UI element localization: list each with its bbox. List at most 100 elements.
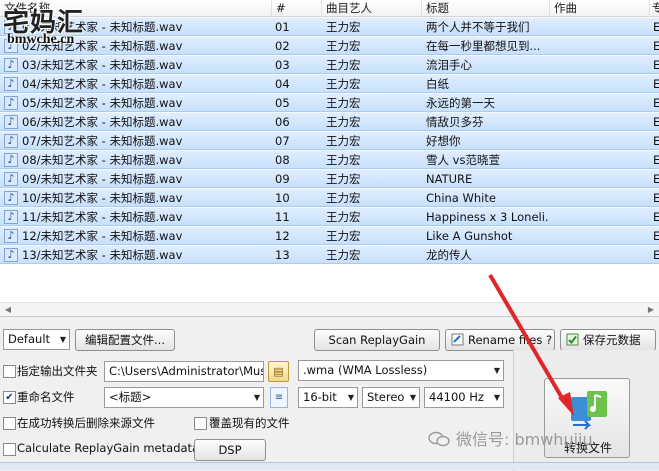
table-row[interactable]: ♪ 04/未知艺术家 - 未知标题.wav 04 王力宏 白纸 E xyxy=(0,74,659,93)
cell-artist: 王力宏 xyxy=(326,20,361,34)
cell-artist: 王力宏 xyxy=(326,39,361,53)
column-header-number[interactable]: # xyxy=(272,0,322,17)
cell-composer xyxy=(554,151,644,169)
rename-tags-button[interactable]: ≡ xyxy=(270,387,288,408)
rename-files-checkbox[interactable]: ✔ xyxy=(3,391,16,404)
output-folder-checkbox[interactable] xyxy=(3,365,16,378)
rename-pattern-select[interactable]: <标题> ▼ xyxy=(104,387,264,408)
cell-title: Like A Gunshot xyxy=(426,229,513,243)
save-metadata-button[interactable]: 保存元数据 xyxy=(560,329,656,351)
cell-title: 白纸 xyxy=(426,77,449,91)
audio-file-icon: ♪ xyxy=(4,191,18,205)
cell-album: E xyxy=(653,20,659,34)
output-folder-input[interactable]: C:\Users\Administrator\Music xyxy=(104,361,264,382)
table-row[interactable]: ♪ 09/未知艺术家 - 未知标题.wav 09 王力宏 NATURE E xyxy=(0,169,659,188)
rename-files-button[interactable]: Rename files ? xyxy=(445,329,555,351)
scroll-left-icon[interactable]: ◀ xyxy=(1,304,15,316)
table-row[interactable]: ♪ 06/未知艺术家 - 未知标题.wav 06 王力宏 情敌贝多芬 E xyxy=(0,112,659,131)
cell-album: E xyxy=(653,153,659,167)
browse-folder-button[interactable]: ▤ xyxy=(268,361,289,382)
file-rows: ♪ 01/未知艺术家 - 未知标题.wav 01 王力宏 两个人并不等于我们 E ♪ 02/未… xyxy=(0,17,659,264)
cell-filename: 11/未知艺术家 - 未知标题.wav xyxy=(22,210,183,224)
cell-filename: 03/未知艺术家 - 未知标题.wav xyxy=(22,58,183,72)
cell-number: 06 xyxy=(275,115,290,129)
column-header-title[interactable]: 标题 xyxy=(422,0,550,17)
cell-album: E xyxy=(653,96,659,110)
site-logo-domain: bmwche.cn xyxy=(7,32,75,47)
rename-icon xyxy=(451,333,464,346)
dsp-button[interactable]: DSP xyxy=(194,439,266,461)
cell-filename: 12/未知艺术家 - 未知标题.wav xyxy=(22,229,183,243)
cell-composer xyxy=(554,37,644,55)
cell-number: 01 xyxy=(275,20,290,34)
cell-artist: 王力宏 xyxy=(326,172,361,186)
cell-composer xyxy=(554,246,644,264)
audio-file-icon: ♪ xyxy=(4,229,18,243)
rename-files-label: Rename files ? xyxy=(468,333,553,347)
column-header-composer-label: 作曲 xyxy=(554,1,577,15)
chevron-down-icon: ▼ xyxy=(253,393,260,402)
overwrite-checkbox[interactable] xyxy=(194,417,207,430)
delete-source-checkbox[interactable] xyxy=(3,417,16,430)
table-row[interactable]: ♪ 12/未知艺术家 - 未知标题.wav 12 王力宏 Like A Gunshot E xyxy=(0,226,659,245)
audio-file-icon: ♪ xyxy=(4,77,18,91)
cell-title: NATURE xyxy=(426,172,473,186)
cell-album: E xyxy=(653,134,659,148)
table-row[interactable]: ♪ 07/未知艺术家 - 未知标题.wav 07 王力宏 好想你 E xyxy=(0,131,659,150)
cell-artist: 王力宏 xyxy=(326,229,361,243)
profile-select[interactable]: Default ▼ xyxy=(3,329,70,350)
format-select-value: .wma (WMA Lossless) xyxy=(303,363,428,377)
cell-artist: 王力宏 xyxy=(326,153,361,167)
table-row[interactable]: ♪ 03/未知艺术家 - 未知标题.wav 03 王力宏 流泪手心 E xyxy=(0,55,659,74)
tag-list-icon: ≡ xyxy=(274,392,284,403)
table-row[interactable]: ♪ 11/未知艺术家 - 未知标题.wav 11 王力宏 Happiness x 3 L… xyxy=(0,207,659,226)
cell-title: 龙的传人 xyxy=(426,248,472,262)
column-header-artist[interactable]: 曲目艺人 xyxy=(322,0,422,17)
horizontal-scrollbar[interactable]: ◀ ▶ xyxy=(0,302,659,316)
rename-pattern-value: <标题> xyxy=(109,390,152,404)
cell-title: 流泪手心 xyxy=(426,58,472,72)
audio-file-icon: ♪ xyxy=(4,172,18,186)
edit-profile-button[interactable]: 编辑配置文件... xyxy=(75,329,175,351)
cell-artist: 王力宏 xyxy=(326,248,361,262)
table-row[interactable]: ♪ 08/未知艺术家 - 未知标题.wav 08 王力宏 雪人 vs范晓萱 E xyxy=(0,150,659,169)
cell-composer xyxy=(554,132,644,150)
cell-title: China White xyxy=(426,191,496,205)
cell-title: 两个人并不等于我们 xyxy=(426,20,530,34)
wechat-icon xyxy=(428,431,450,447)
table-row[interactable]: ♪ 10/未知艺术家 - 未知标题.wav 10 王力宏 China White E xyxy=(0,188,659,207)
output-folder-value: C:\Users\Administrator\Music xyxy=(109,364,264,378)
save-metadata-icon xyxy=(566,333,579,346)
samplerate-select[interactable]: 44100 Hz ▼ xyxy=(424,387,504,408)
cell-number: 05 xyxy=(275,96,290,110)
cell-artist: 王力宏 xyxy=(326,58,361,72)
replaygain-label: Calculate ReplayGain metadata xyxy=(17,441,200,455)
cell-filename: 04/未知艺术家 - 未知标题.wav xyxy=(22,77,183,91)
format-select[interactable]: .wma (WMA Lossless) ▼ xyxy=(298,360,504,381)
scan-replaygain-button[interactable]: Scan ReplayGain xyxy=(314,329,440,351)
column-header-composer[interactable]: 作曲 xyxy=(550,0,650,17)
wechat-watermark: 微信号: bmwhuiju xyxy=(428,426,659,452)
table-row[interactable]: ♪ 13/未知艺术家 - 未知标题.wav 13 王力宏 龙的传人 E xyxy=(0,245,659,264)
cell-number: 08 xyxy=(275,153,290,167)
cell-album: E xyxy=(653,58,659,72)
cell-album: E xyxy=(653,39,659,53)
column-header-album[interactable]: 专 xyxy=(650,0,659,17)
replaygain-checkbox[interactable] xyxy=(3,443,16,456)
cell-filename: 09/未知艺术家 - 未知标题.wav xyxy=(22,172,183,186)
audio-file-icon: ♪ xyxy=(4,58,18,72)
bitdepth-select[interactable]: 16-bit ▼ xyxy=(298,387,358,408)
column-header-artist-label: 曲目艺人 xyxy=(326,1,372,15)
cell-title: 在每一秒里都想见到... xyxy=(426,39,541,53)
channels-select[interactable]: Stereo ▼ xyxy=(362,387,420,408)
samplerate-select-value: 44100 Hz xyxy=(429,390,484,404)
cell-composer xyxy=(554,94,644,112)
cell-artist: 王力宏 xyxy=(326,134,361,148)
channels-select-value: Stereo xyxy=(367,390,405,404)
wechat-watermark-text: 微信号: bmwhuiju xyxy=(456,430,593,449)
scroll-right-icon[interactable]: ▶ xyxy=(644,304,658,316)
cell-artist: 王力宏 xyxy=(326,77,361,91)
cell-composer xyxy=(554,18,644,36)
table-row[interactable]: ♪ 05/未知艺术家 - 未知标题.wav 05 王力宏 永远的第一天 E xyxy=(0,93,659,112)
cell-composer xyxy=(554,227,644,245)
